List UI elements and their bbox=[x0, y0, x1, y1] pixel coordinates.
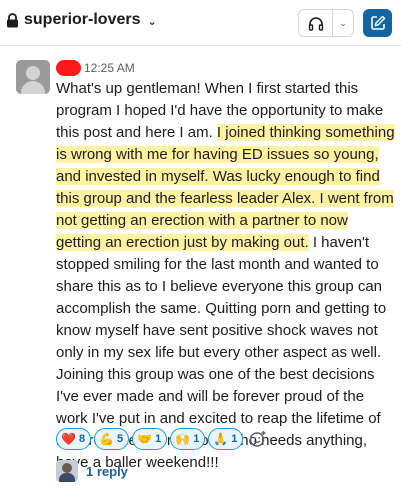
channel-name: superior-lovers bbox=[24, 11, 141, 28]
chevron-down-icon: ⌄ bbox=[147, 15, 157, 28]
reaction-folded-hands[interactable]: 🙏 1 bbox=[208, 428, 244, 450]
reply-avatar bbox=[56, 460, 78, 482]
redacted-author-name bbox=[56, 60, 81, 76]
lock-icon bbox=[6, 12, 19, 28]
add-reaction-icon bbox=[250, 431, 266, 447]
compose-icon bbox=[370, 15, 385, 30]
reaction-count: 1 bbox=[155, 433, 162, 445]
huddle-options-dropdown[interactable]: ⌄ bbox=[333, 18, 353, 29]
channel-header: superior-lovers ⌄ ⌄ bbox=[0, 0, 401, 46]
reaction-handshake[interactable]: 🤝 1 bbox=[132, 428, 168, 450]
folded-hands-icon: 🙏 bbox=[213, 432, 229, 446]
huddle-control: ⌄ bbox=[298, 9, 354, 37]
headphones-icon bbox=[308, 16, 323, 31]
reaction-heart[interactable]: ❤️ 8 bbox=[56, 428, 92, 450]
reaction-raised-hands[interactable]: 🙌 1 bbox=[170, 428, 206, 450]
flexed-biceps-icon: 💪 bbox=[99, 432, 115, 446]
message-meta: 12:25 AM bbox=[56, 59, 135, 77]
reaction-count: 5 bbox=[117, 433, 124, 445]
handshake-icon: 🤝 bbox=[137, 432, 153, 446]
reaction-count: 1 bbox=[231, 433, 238, 445]
compose-button[interactable] bbox=[363, 9, 392, 37]
heart-icon: ❤️ bbox=[61, 432, 76, 446]
reply-count-link[interactable]: 1 reply bbox=[86, 464, 128, 479]
reaction-count: 1 bbox=[193, 433, 200, 445]
channel-name-button[interactable]: superior-lovers ⌄ bbox=[6, 11, 157, 29]
reactions-bar: ❤️ 8 💪 5 🤝 1 🙌 1 🙏 1 bbox=[56, 428, 270, 450]
reaction-flexed-biceps[interactable]: 💪 5 bbox=[94, 428, 130, 450]
huddle-button[interactable] bbox=[299, 10, 333, 36]
raised-hands-icon: 🙌 bbox=[175, 432, 191, 446]
avatar[interactable] bbox=[16, 60, 50, 94]
reaction-count: 8 bbox=[78, 433, 86, 445]
message-timestamp[interactable]: 12:25 AM bbox=[84, 61, 135, 75]
highlighted-text: I joined thinking something is wrong wit… bbox=[56, 124, 395, 251]
message-text: What's up gentleman! When I first starte… bbox=[56, 78, 396, 474]
thread-replies[interactable]: 1 reply bbox=[56, 460, 128, 482]
add-reaction-button[interactable] bbox=[246, 428, 270, 450]
